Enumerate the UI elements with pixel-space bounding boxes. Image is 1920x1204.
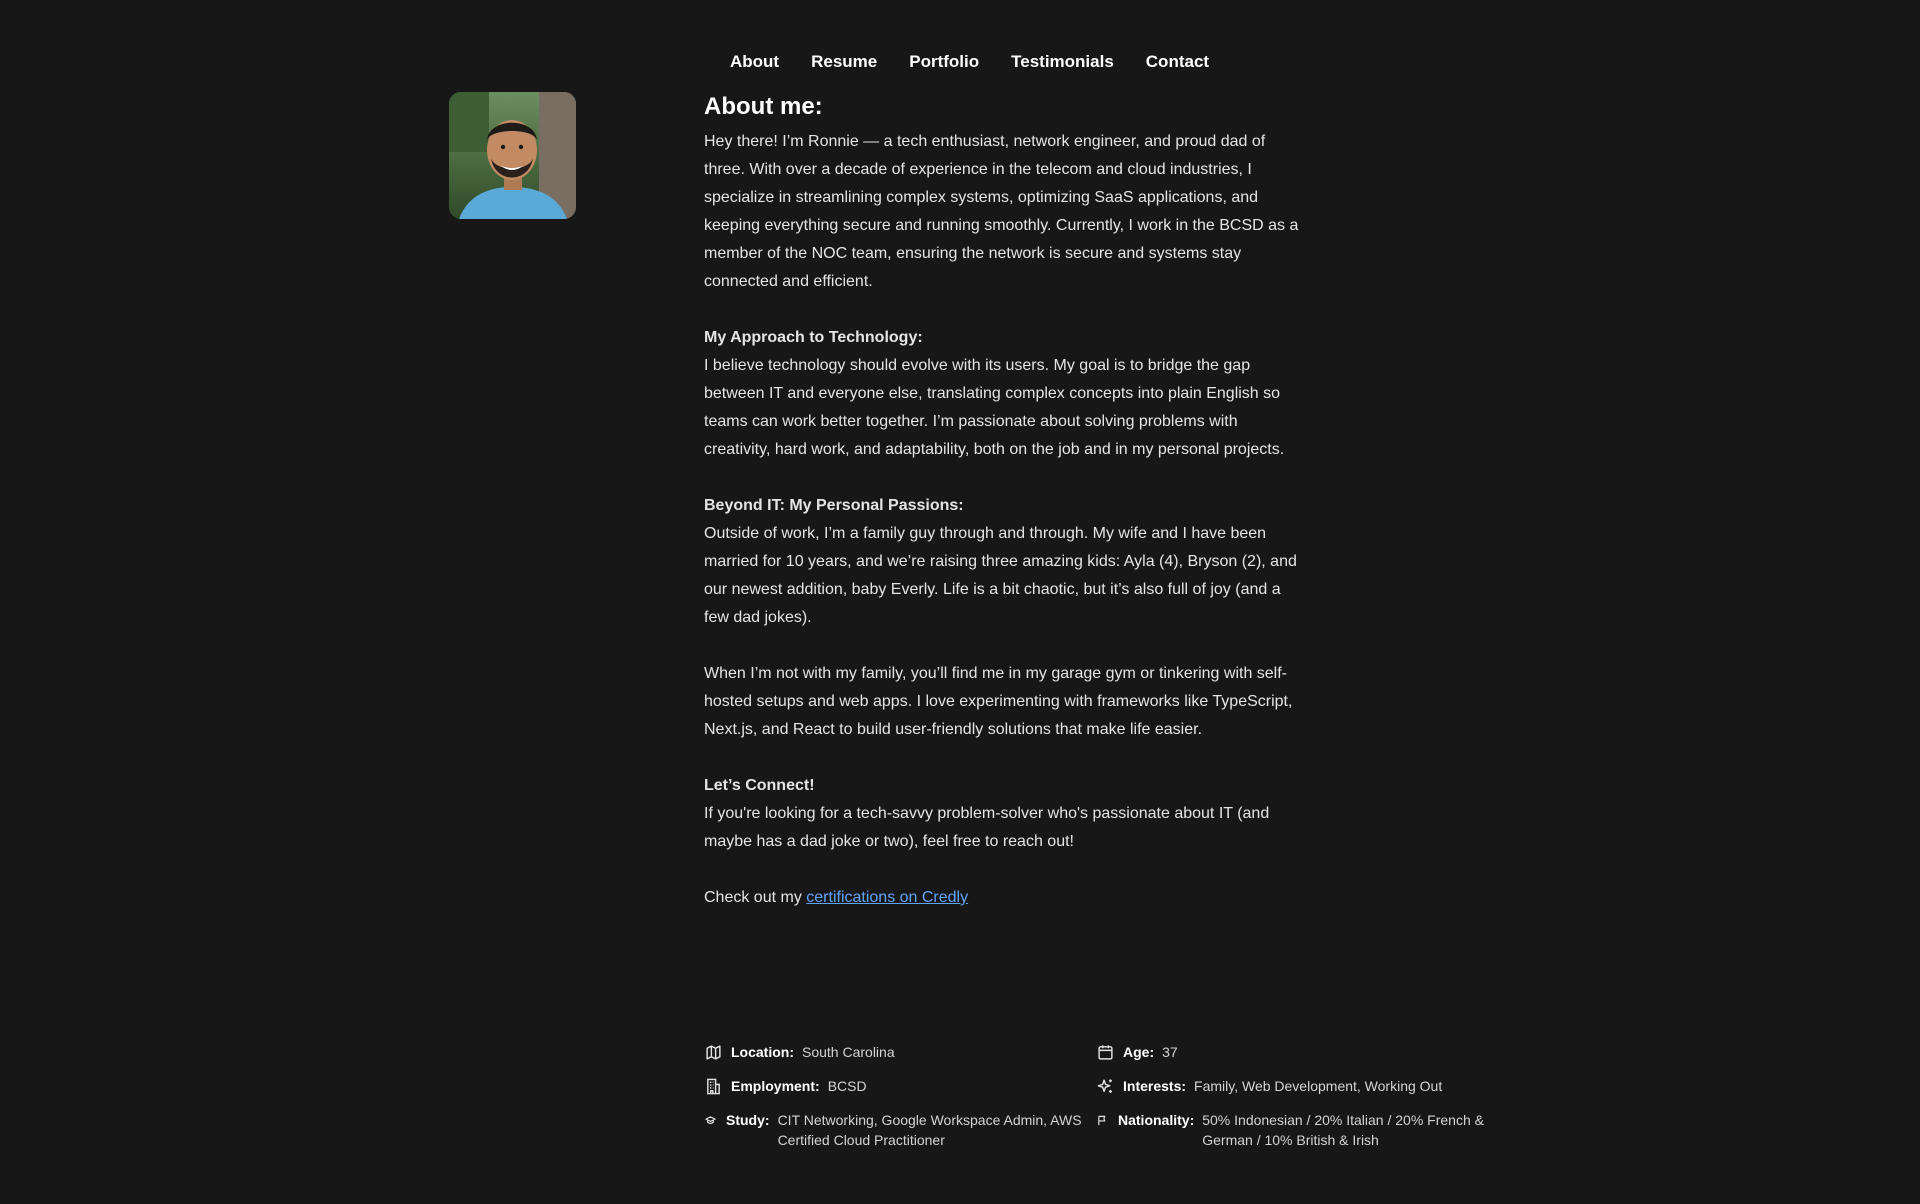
employment-label: Employment: — [731, 1078, 820, 1094]
approach-title: My Approach to Technology: — [704, 329, 923, 346]
about-intro: Hey there! I’m Ronnie — a tech enthusias… — [704, 133, 1299, 290]
sparkles-icon — [1096, 1076, 1114, 1096]
info-study: Study: CIT Networking, Google Workspace … — [704, 1110, 1096, 1150]
info-nationality: Nationality: 50% Indonesian / 20% Italia… — [1096, 1110, 1488, 1150]
beyond-title: Beyond IT: My Personal Passions: — [704, 497, 964, 514]
main-nav: About Resume Portfolio Testimonials Cont… — [730, 50, 1241, 74]
calendar-icon — [1096, 1042, 1114, 1062]
beyond-block: Beyond IT: My Personal Passions: Outside… — [704, 492, 1304, 632]
nav-testimonials[interactable]: Testimonials — [1011, 50, 1114, 74]
map-icon — [704, 1042, 722, 1062]
building-icon — [704, 1076, 722, 1096]
connect-block: Let’s Connect! If you're looking for a t… — [704, 772, 1304, 856]
approach-block: My Approach to Technology: I believe tec… — [704, 324, 1304, 464]
location-value: South Carolina — [802, 1044, 895, 1060]
age-value: 37 — [1162, 1044, 1178, 1060]
age-label: Age: — [1123, 1044, 1155, 1060]
nav-about[interactable]: About — [730, 50, 779, 74]
approach-text: I believe technology should evolve with … — [704, 357, 1285, 458]
connect-text: If you're looking for a tech-savvy probl… — [704, 805, 1270, 850]
cert-line: Check out my certifications on Credly — [704, 884, 1304, 912]
page: About Resume Portfolio Testimonials Cont… — [0, 0, 1920, 1204]
study-label: Study: — [726, 1112, 770, 1128]
info-interests: Interests: Family, Web Development, Work… — [1096, 1076, 1488, 1096]
info-location: Location: South Carolina — [704, 1042, 1096, 1062]
beyond-text: Outside of work, I’m a family guy throug… — [704, 525, 1297, 626]
about-section: About me: Hey there! I’m Ronnie — a tech… — [704, 92, 1304, 940]
cert-prefix: Check out my — [704, 889, 807, 906]
personal-info: Location: South Carolina Age: 37 Employm… — [704, 1042, 1494, 1150]
about-heading: About me: — [704, 93, 823, 120]
avatar — [449, 92, 576, 219]
employment-value: BCSD — [827, 1078, 867, 1094]
nav-portfolio[interactable]: Portfolio — [909, 50, 979, 74]
hobbies-text: When I’m not with my family, you’ll find… — [704, 665, 1293, 738]
info-age: Age: 37 — [1096, 1042, 1488, 1062]
interests-label: Interests: — [1123, 1078, 1187, 1094]
nav-contact[interactable]: Contact — [1146, 50, 1209, 74]
graduation-cap-icon — [704, 1110, 716, 1130]
flag-icon — [1096, 1110, 1108, 1130]
connect-title: Let’s Connect! — [704, 777, 815, 794]
avatar-photo — [449, 92, 576, 219]
nav-resume[interactable]: Resume — [811, 50, 877, 74]
nationality-label: Nationality: — [1118, 1112, 1195, 1128]
study-value: CIT Networking, Google Workspace Admin, … — [777, 1112, 1082, 1148]
interests-value: Family, Web Development, Working Out — [1194, 1078, 1443, 1094]
location-label: Location: — [731, 1044, 794, 1060]
credly-link[interactable]: certifications on Credly — [806, 889, 968, 906]
info-employment: Employment: BCSD — [704, 1076, 1096, 1096]
nationality-value: 50% Indonesian / 20% Italian / 20% Frenc… — [1202, 1112, 1484, 1148]
